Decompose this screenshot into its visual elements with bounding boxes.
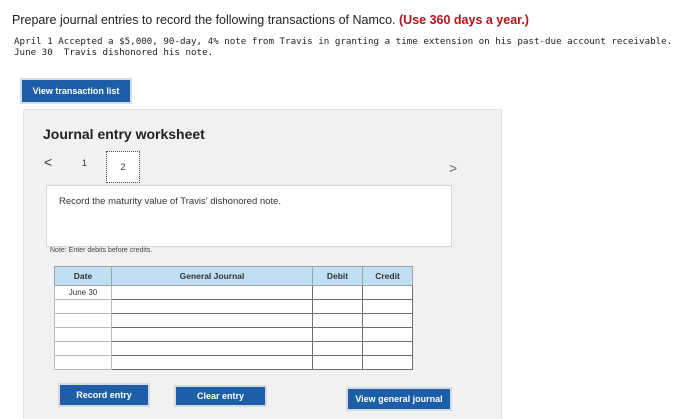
header-general-journal: General Journal <box>111 266 313 286</box>
date-cell[interactable]: June 30 <box>54 285 112 300</box>
question-highlight: (Use 360 days a year.) <box>399 13 529 27</box>
account-input[interactable] <box>111 355 313 370</box>
debit-input[interactable] <box>312 341 363 356</box>
credit-input[interactable] <box>362 341 413 356</box>
transaction-description: April 1 Accepted a $5,000, 90-day, 4% no… <box>14 36 672 58</box>
account-input[interactable] <box>111 313 313 328</box>
journal-entry-table: Date General Journal Debit Credit June 3… <box>54 266 413 370</box>
table-row <box>54 313 413 328</box>
date-cell[interactable] <box>54 355 112 370</box>
worksheet-page-1-tab[interactable]: 1 <box>82 158 87 168</box>
question-prompt: Prepare journal entries to record the fo… <box>12 13 529 27</box>
date-cell[interactable] <box>54 327 112 342</box>
previous-page-chevron-icon[interactable]: < <box>44 154 52 170</box>
table-row: June 30 <box>54 285 413 300</box>
date-cell[interactable] <box>54 299 112 314</box>
debit-input[interactable] <box>312 313 363 328</box>
table-row <box>54 341 413 356</box>
journal-worksheet-panel <box>23 109 502 419</box>
account-input[interactable] <box>111 341 313 356</box>
debit-input[interactable] <box>312 299 363 314</box>
question-text: Prepare journal entries to record the fo… <box>12 13 396 27</box>
header-credit: Credit <box>362 266 413 286</box>
credit-input[interactable] <box>362 299 413 314</box>
transaction-line-june-30: June 30 Travis dishonored his note. <box>14 47 214 58</box>
credit-input[interactable] <box>362 285 413 300</box>
worksheet-page-2-tab[interactable]: 2 <box>106 151 140 183</box>
account-input[interactable] <box>111 285 313 300</box>
debit-input[interactable] <box>312 327 363 342</box>
account-input[interactable] <box>111 299 313 314</box>
credit-input[interactable] <box>362 355 413 370</box>
account-input[interactable] <box>111 327 313 342</box>
header-date: Date <box>54 266 112 286</box>
worksheet-title: Journal entry worksheet <box>43 126 205 142</box>
clear-entry-button[interactable]: Clear entry <box>176 387 265 405</box>
credit-input[interactable] <box>362 327 413 342</box>
instruction-text: Record the maturity value of Travis' dis… <box>59 196 282 207</box>
debit-input[interactable] <box>312 355 363 370</box>
debits-note: Note: Enter debits before credits. <box>50 247 153 254</box>
header-debit: Debit <box>312 266 363 286</box>
date-cell[interactable] <box>54 313 112 328</box>
view-transaction-list-button[interactable]: View transaction list <box>22 80 130 102</box>
transaction-line-april-1: April 1 Accepted a $5,000, 90-day, 4% no… <box>14 36 673 47</box>
debit-input[interactable] <box>312 285 363 300</box>
date-cell[interactable] <box>54 341 112 356</box>
instruction-box: Record the maturity value of Travis' dis… <box>46 185 452 247</box>
table-row <box>54 327 413 342</box>
credit-input[interactable] <box>362 313 413 328</box>
table-row <box>54 299 413 314</box>
record-entry-button[interactable]: Record entry <box>60 385 148 405</box>
view-general-journal-button[interactable]: View general journal <box>348 389 450 409</box>
next-page-chevron-icon[interactable]: > <box>449 160 457 176</box>
table-row <box>54 355 413 370</box>
table-header-row: Date General Journal Debit Credit <box>54 266 413 286</box>
